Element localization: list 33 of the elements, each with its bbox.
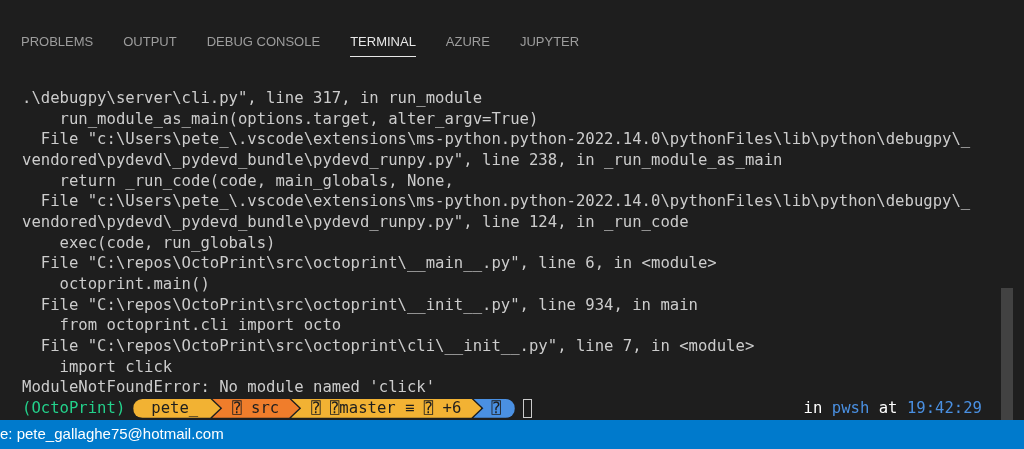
prompt-info: pwsh [831, 397, 870, 419]
virtualenv-name: (OctoPrint) [22, 397, 126, 419]
panel-tab[interactable]: PROBLEMS [21, 33, 94, 57]
terminal-line: vendored\pydevd\_pydevd_bundle\pydevd_runpy.py", line 238, in _run_module_as_main [22, 149, 783, 171]
prompt-info: at [878, 397, 898, 419]
prompt-segment: ⍰ src [212, 398, 300, 418]
terminal-line: return _run_code(code, main_globals, None, [58, 170, 454, 192]
prompt-info: in [803, 397, 823, 419]
prompt-segment: ⍰ [473, 398, 515, 418]
prompt-segment: ⍰ ⍰master ≡ ⍰ +6 [291, 398, 482, 418]
terminal-line: run_module_as_main(options.target, alter_argv=True) [58, 108, 539, 130]
panel-tab[interactable]: JUPYTER [519, 33, 580, 57]
terminal-line: vendored\pydevd\_pydevd_bundle\pydevd_runpy.py", line 124, in _run_code [22, 211, 689, 233]
terminal-cursor [522, 398, 532, 418]
prompt-info: 19:42:29 [906, 397, 982, 419]
terminal-line: ModuleNotFoundError: No module named 'click' [22, 377, 436, 398]
prompt-segment: pete_ [133, 398, 221, 418]
terminal-line: File "C:\repos\OctoPrint\src\octoprint\cli\__init__.py", line 7, in <module> [39, 335, 755, 357]
terminal-line: File "C:\repos\OctoPrint\src\octoprint\__init__.py", line 934, in main [39, 294, 698, 316]
panel-tab[interactable]: AZURE [445, 33, 490, 57]
panel-tab[interactable]: OUTPUT [123, 33, 177, 57]
terminal-line: File "c:\Users\pete_\.vscode\extensions\ms-python.python-2022.14.0\pythonFiles\lib\python\debugpy\_ [39, 129, 971, 150]
scrollbar-thumb[interactable] [1001, 288, 1013, 420]
panel-tab[interactable]: DEBUG CONSOLE [206, 33, 321, 57]
panel-tab[interactable]: TERMINAL [350, 33, 416, 57]
terminal-line: from octoprint.cli import octo [58, 315, 342, 336]
terminal-line: File "C:\repos\OctoPrint\src\octoprint\__main__.py", line 6, in <module> [39, 253, 717, 274]
terminal-line: File "c:\Users\pete_\.vscode\extensions\ms-python.python-2022.14.0\pythonFiles\lib\python\debugpy\_ [39, 191, 971, 212]
account-label[interactable]: e: pete_gallaghe75@hotmail.com [0, 423, 224, 446]
terminal-line: octoprint.main() [58, 273, 210, 295]
terminal-line: exec(code, run_globals) [58, 232, 276, 254]
terminal-line: .\debugpy\server\cli.py", line 317, in run_module [22, 88, 483, 109]
terminal-line: import click [58, 356, 173, 378]
